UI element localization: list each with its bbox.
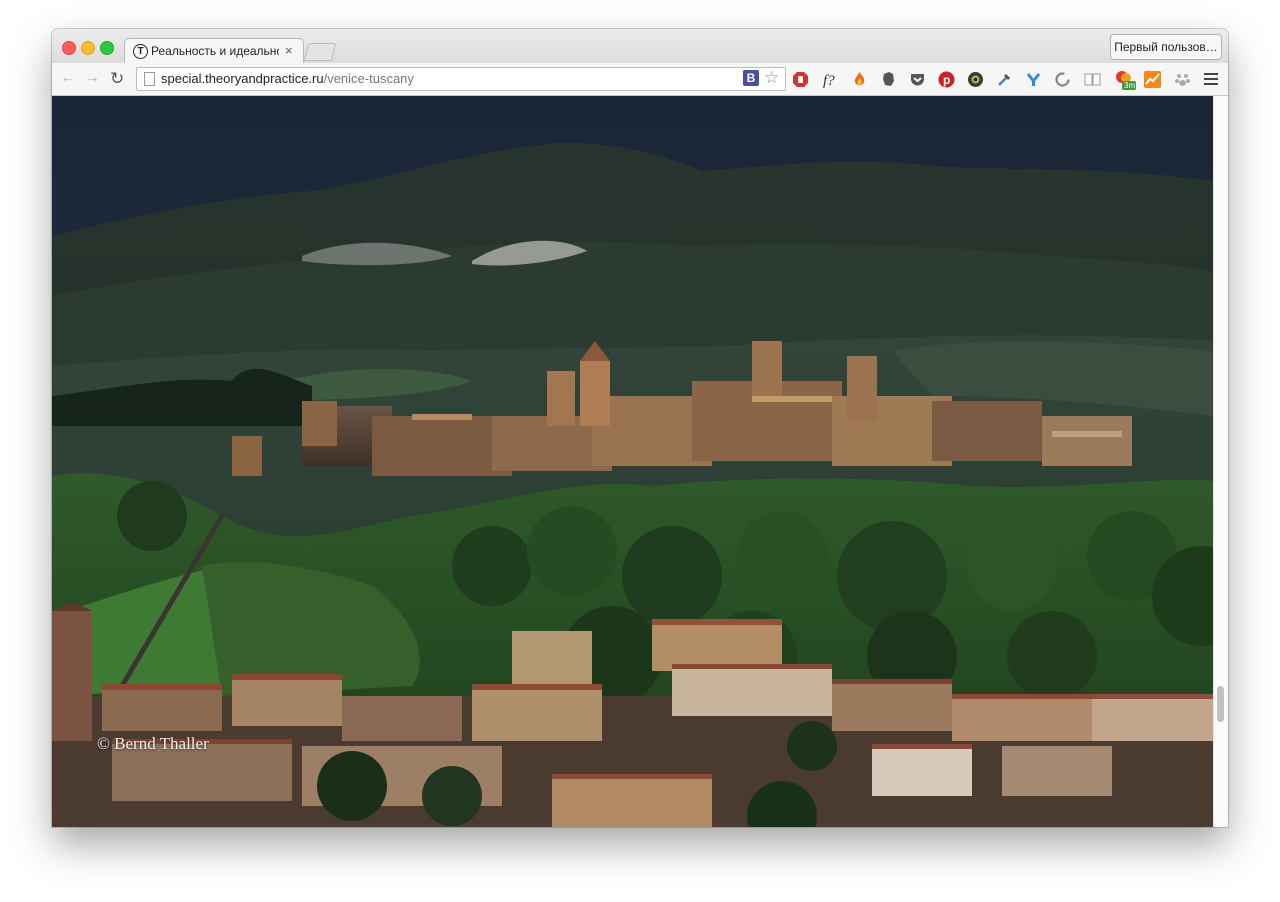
address-bar[interactable]: special.theoryandpractice.ru/venice-tusc… [136, 67, 786, 91]
back-arrow-icon[interactable]: ← [60, 69, 76, 87]
analytics-icon[interactable] [1144, 71, 1161, 88]
pocket-icon[interactable] [909, 71, 926, 88]
page-content: © Bernd Thaller [52, 96, 1214, 827]
new-tab-button[interactable] [303, 43, 337, 61]
scrollbar-thumb[interactable] [1217, 686, 1224, 722]
evernote-icon[interactable] [880, 71, 897, 88]
browser-window: T Реальность и идеальност × Первый польз… [52, 29, 1228, 827]
svg-text:p: p [943, 73, 950, 87]
weather-ext-icon[interactable]: 3m [1114, 69, 1136, 91]
extension-badge: 3m [1124, 81, 1135, 90]
tab-favicon-icon: T [133, 44, 148, 59]
close-window-button[interactable] [62, 41, 76, 55]
reload-icon[interactable]: ↻ [110, 69, 124, 89]
url-host: special.theoryandpractice.ru [161, 71, 324, 86]
url-path: /venice-tuscany [323, 71, 414, 86]
yandex-icon[interactable] [1025, 71, 1042, 88]
tab-title: Реальность и идеальност [151, 44, 279, 58]
tab-close-icon[interactable]: × [285, 43, 293, 58]
pinterest-icon[interactable]: p [938, 71, 955, 88]
landscape-photo [52, 96, 1214, 827]
title-bar: T Реальность и идеальност × Первый польз… [52, 29, 1228, 64]
profile-button[interactable]: Первый пользов… [1110, 34, 1222, 60]
paw-icon[interactable] [1174, 71, 1191, 88]
adblock-icon[interactable] [792, 71, 809, 88]
menu-icon[interactable] [1204, 73, 1218, 85]
font-finder-icon[interactable]: f? [822, 71, 839, 88]
browser-tab[interactable]: T Реальность и идеальност × [124, 38, 304, 64]
sync-icon[interactable] [1054, 71, 1071, 88]
bookmark-star-icon[interactable]: ☆ [764, 68, 779, 88]
svg-text:f?: f? [823, 73, 835, 88]
camera-icon[interactable] [967, 71, 984, 88]
maximize-window-button[interactable] [100, 41, 114, 55]
forward-arrow-icon[interactable]: → [84, 69, 100, 87]
scrollbar[interactable] [1213, 96, 1228, 827]
photo-credit: © Bernd Thaller [97, 734, 209, 753]
bookmark-ext-icon[interactable]: B [743, 70, 759, 86]
toolbar: ← → ↻ special.theoryandpractice.ru/venic… [52, 63, 1228, 96]
reader-icon[interactable] [1084, 71, 1101, 88]
page-icon [144, 72, 155, 86]
eyedropper-icon[interactable] [996, 71, 1013, 88]
url-text: special.theoryandpractice.ru/venice-tusc… [161, 71, 414, 86]
flame-icon[interactable] [851, 71, 868, 88]
minimize-window-button[interactable] [81, 41, 95, 55]
